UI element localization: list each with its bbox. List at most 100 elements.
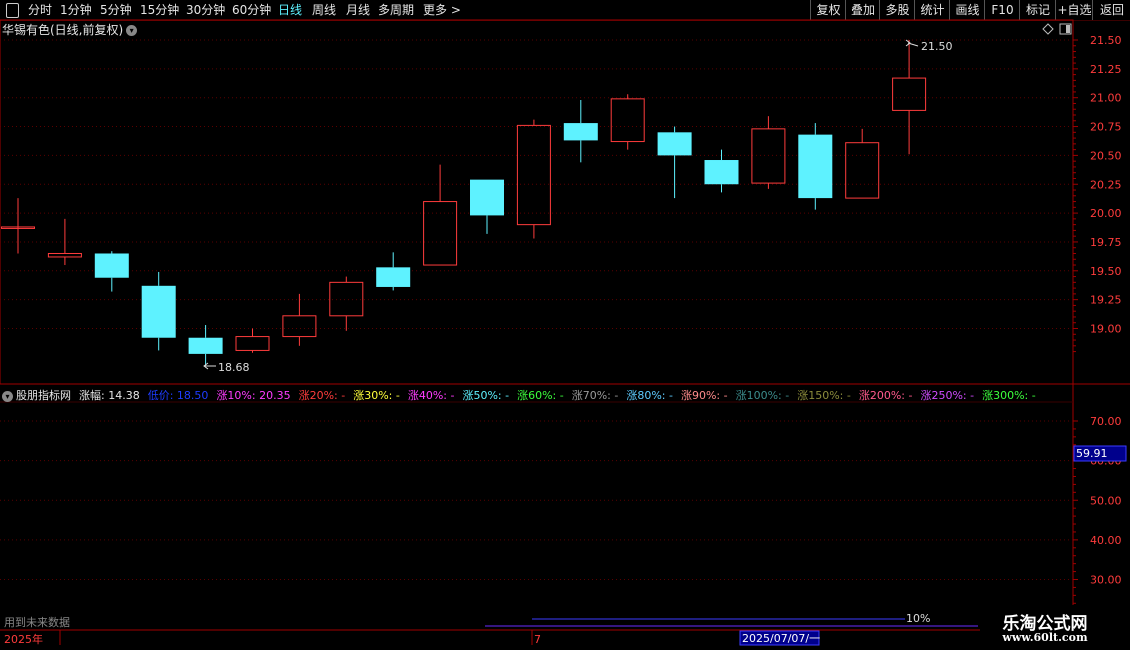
indicator-item-value: - (843, 389, 851, 402)
price-tick-label: 20.50 (1090, 149, 1122, 162)
candle (845, 128, 880, 199)
candle-body (141, 285, 176, 338)
indicator-item-value: - (501, 389, 510, 402)
indicator-item-value: - (1028, 389, 1036, 402)
candle (798, 123, 833, 210)
indicator-item: 涨幅: 14.38 (79, 389, 140, 402)
indicator-item: 涨60%: - (517, 389, 564, 402)
candle-body (235, 336, 270, 351)
high-marker-label: 21.50 (921, 40, 953, 53)
date-badge-text: 2025/07/07/一 (742, 632, 820, 645)
candle (141, 271, 176, 351)
price-tick-label: 19.75 (1090, 236, 1122, 249)
brand-url: www.60lt.com (1002, 631, 1088, 644)
candle (657, 126, 692, 199)
candle (516, 119, 551, 239)
price-tick-label: 19.50 (1090, 265, 1122, 278)
indicator-item-label: 涨80%: (626, 389, 666, 402)
indicator-item-label: 涨幅: (79, 389, 105, 402)
indicator-item-label: 低价: (147, 389, 174, 402)
indicator-item: 低价: 18.50 (148, 389, 209, 402)
indicator-item-label: 涨300%: (982, 389, 1029, 402)
candle-body (188, 337, 223, 354)
candle (188, 325, 223, 366)
indicator-item: 涨200%: - (859, 389, 913, 402)
indicator-header: ▾ 股朋指标网 涨幅: 14.38 低价: 18.50 涨10%: 20.35 涨20%:… (2, 387, 1044, 403)
window-icon-fill (1066, 25, 1070, 33)
price-tick-label: 21.25 (1090, 63, 1122, 76)
indicator-item-value: 20.35 (255, 389, 291, 402)
candle-body (704, 160, 739, 185)
diamond-icon[interactable] (1042, 23, 1054, 35)
indicator-item-value: 14.38 (104, 389, 140, 402)
indicator-item-label: 涨200%: (858, 389, 905, 402)
indicator-item-value: - (447, 389, 455, 402)
indicator-item-label: 涨60%: (517, 389, 557, 402)
indicator-item-label: 涨40%: (407, 389, 447, 402)
indicator-item-value: - (556, 389, 564, 402)
indicator-item: 涨30%: - (353, 389, 400, 402)
price-axis: 21.50 21.25 21.00 20.75 20.50 20.25 20.00 19.75… (1073, 34, 1122, 353)
indicator-item: 涨10%: 20.35 (216, 389, 290, 402)
indicator-item-value: - (720, 389, 728, 402)
low-marker-label: 18.68 (218, 361, 250, 374)
candle (563, 100, 598, 163)
candle (423, 164, 458, 266)
price-tick-label: 20.00 (1090, 207, 1122, 220)
indicator-item-value: - (610, 389, 619, 402)
indicator-item-value: - (781, 389, 790, 402)
indicator-item-label: 涨20%: (298, 389, 338, 402)
indicator-tick-label: 40.00 (1090, 534, 1122, 547)
candle-body (516, 124, 551, 226)
indicator-item-label: 涨150%: (797, 389, 844, 402)
indicator-item-label: 涨30%: (353, 389, 393, 402)
candle (610, 94, 645, 150)
candle (751, 116, 786, 189)
future-data-label: 用到未来数据 (4, 615, 70, 629)
indicator-item: 涨40%: - (408, 389, 455, 402)
indicator-item-value: 18.50 (173, 389, 209, 402)
indicator-item: 涨150%: - (797, 389, 851, 402)
candle (282, 293, 317, 346)
candle-body (798, 134, 833, 199)
candle-body (892, 77, 927, 111)
indicator-item-label: 涨100%: (735, 389, 782, 402)
price-tick-label: 21.50 (1090, 34, 1122, 47)
indicator-tick-label: 30.00 (1090, 574, 1122, 587)
indicator-item: 涨250%: - (920, 389, 974, 402)
candle-body (657, 132, 692, 156)
candle-body (282, 315, 317, 338)
candle-body (47, 252, 82, 258)
indicator-item-value: - (905, 389, 913, 402)
indicator-item-value: - (966, 389, 975, 402)
price-tick-label: 19.00 (1090, 323, 1122, 336)
price-tick-label: 20.25 (1090, 178, 1122, 191)
candle (704, 149, 739, 193)
indicator-item-label: 涨10%: (216, 389, 256, 402)
year-label: 2025年 (4, 632, 43, 646)
indicator-item: 涨90%: - (681, 389, 728, 402)
chevron-down-icon[interactable]: ▾ (2, 390, 13, 402)
indicator-item-value: - (665, 389, 673, 402)
indicator-item: 涨300%: - (982, 389, 1036, 402)
indicator-item: 涨80%: - (626, 389, 673, 402)
indicator-item: 涨100%: - (736, 389, 790, 402)
indicator-grid (0, 420, 1073, 580)
candle-body (563, 123, 598, 141)
indicator-item-label: 涨90%: (680, 389, 721, 402)
footer-pct-label: 10% (906, 612, 930, 625)
indicator-tick-label: 70.00 (1090, 415, 1122, 428)
candle (470, 179, 504, 234)
indicator-name[interactable]: 股朋指标网 (16, 389, 71, 402)
candle-body (610, 98, 645, 143)
price-tick-label: 20.75 (1090, 121, 1122, 134)
indicator-tick-label: 50.00 (1090, 494, 1122, 507)
indicator-item-value: - (337, 389, 346, 402)
candle-body (376, 267, 411, 287)
month-label: 7 (534, 633, 541, 646)
indicator-item-label: 涨50%: (462, 389, 502, 402)
candle-body (845, 142, 880, 199)
indicator-item-label: 涨250%: (920, 389, 967, 402)
indicator-item-value: - (392, 389, 400, 402)
price-tick-label: 21.00 (1090, 92, 1122, 105)
